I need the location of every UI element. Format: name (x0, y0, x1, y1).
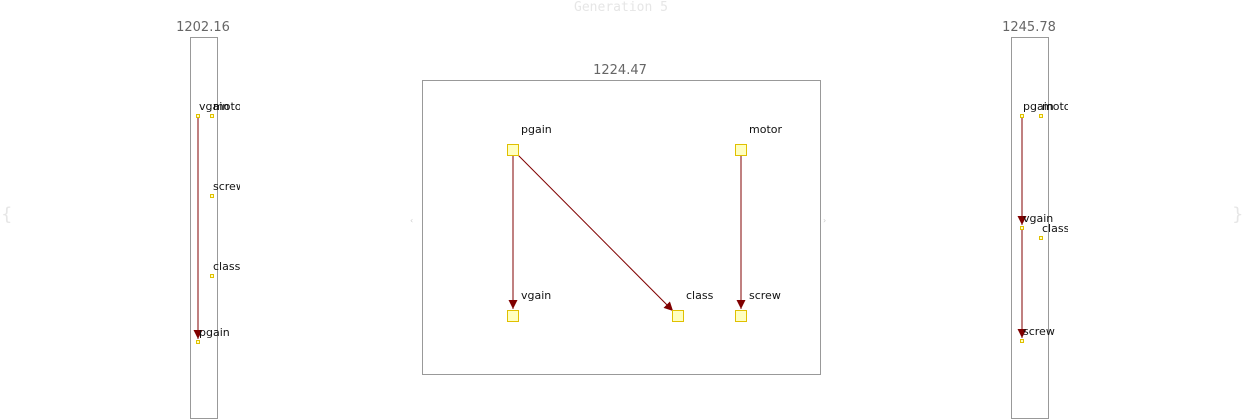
right-node-label-screw: screw (1023, 325, 1055, 338)
center-node-label-vgain: vgain (521, 289, 552, 302)
left-node-label-pgain: pgain (199, 326, 230, 339)
right-node-class[interactable] (1039, 236, 1043, 240)
network-comparison-canvas: Generation 5 { } ‹ › 1202.16 vgain motor s… (0, 0, 1242, 420)
next-generation-icon[interactable]: } (1232, 204, 1242, 225)
center-node-motor[interactable] (735, 144, 747, 156)
left-node-screw[interactable] (210, 194, 214, 198)
left-node-class[interactable] (210, 274, 214, 278)
previous-network-icon[interactable]: ‹ (410, 216, 413, 225)
center-network-panel: pgain motor vgain class screw (422, 80, 821, 375)
center-node-vgain[interactable] (507, 310, 519, 322)
left-panel-score: 1202.16 (176, 20, 230, 35)
center-node-class[interactable] (672, 310, 684, 322)
right-panel-score: 1245.78 (1002, 20, 1056, 35)
left-node-vgain[interactable] (196, 114, 200, 118)
right-node-pgain[interactable] (1020, 114, 1024, 118)
next-network-icon[interactable]: › (823, 216, 826, 225)
center-node-label-class: class (686, 289, 714, 302)
generation-title: Generation 5 (574, 0, 668, 15)
center-node-label-screw: screw (749, 289, 781, 302)
center-edge-pgain-to-class (516, 153, 674, 312)
center-node-pgain[interactable] (507, 144, 519, 156)
left-edges-layer (193, 118, 203, 339)
center-panel-score: 1224.47 (593, 63, 647, 78)
right-node-label-motor: motor (1042, 100, 1068, 113)
center-node-label-motor: motor (749, 123, 783, 136)
left-node-label-class: class (213, 260, 240, 273)
left-network-panel: vgainmotorscrewclasspgain (190, 37, 240, 419)
right-node-label-class: class (1042, 222, 1068, 235)
right-node-motor[interactable] (1039, 114, 1043, 118)
right-node-screw[interactable] (1020, 339, 1024, 343)
right-node-vgain[interactable] (1020, 226, 1024, 230)
left-node-label-motor: motor (213, 100, 240, 113)
previous-generation-icon[interactable]: { (1, 204, 12, 225)
center-node-label-pgain: pgain (521, 123, 552, 136)
left-node-motor[interactable] (210, 114, 214, 118)
center-node-screw[interactable] (735, 310, 747, 322)
left-node-label-screw: screw (213, 180, 240, 193)
left-node-pgain[interactable] (196, 340, 200, 344)
right-network-panel: pgainmotorvgainclassscrew (1011, 37, 1068, 419)
